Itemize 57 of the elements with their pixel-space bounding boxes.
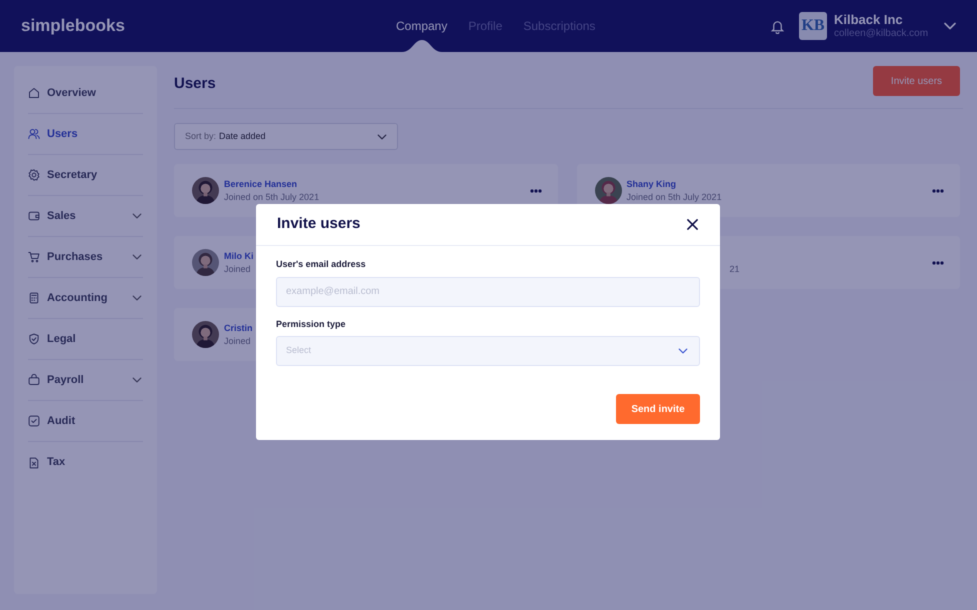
settings-icon [28, 169, 40, 181]
sort-value: Date added [219, 130, 266, 143]
sidebar-item[interactable]: Tax [28, 442, 143, 483]
sidebar-item[interactable]: Payroll [28, 360, 143, 401]
sort-dropdown[interactable]: Sort by: Date added [174, 123, 398, 150]
checkbox-icon [28, 415, 40, 427]
sidebar-item[interactable]: Audit [28, 401, 143, 442]
sidebar-item[interactable]: Accounting [28, 278, 143, 319]
account-menu-chevron-icon [944, 22, 956, 30]
sidebar-item[interactable]: Sales [28, 196, 143, 237]
joined-date: Joined [224, 262, 252, 276]
notification-bell-icon[interactable] [770, 18, 785, 34]
close-icon[interactable] [687, 219, 698, 230]
expand-chevron-icon [132, 254, 142, 260]
page-title: Users [174, 74, 216, 94]
user-name[interactable]: Cristin [224, 322, 253, 334]
users-icon [28, 128, 40, 140]
sort-label: Sort by: [185, 130, 216, 143]
joined-date: Joined on 5th July 2021 [626, 190, 722, 204]
cart-icon [28, 251, 40, 263]
shield-icon [28, 333, 40, 345]
chevron-down-icon [377, 134, 387, 140]
email-input-field[interactable]: example@email.com [276, 276, 700, 306]
document-icon [28, 456, 40, 468]
sidebar-item[interactable]: Overview [28, 73, 143, 114]
more-options-icon[interactable] [932, 188, 944, 192]
calculator-icon [28, 292, 40, 304]
joined-date: Joined on 5th July 2021 [224, 190, 320, 204]
send-invite-button[interactable]: Send invite [616, 394, 700, 424]
wallet-icon [28, 210, 40, 222]
user-name[interactable]: Milo Ki [224, 250, 254, 262]
expand-chevron-icon [132, 377, 142, 383]
chevron-down-icon [678, 348, 688, 354]
nav-tab[interactable]: Company [396, 0, 448, 52]
expand-chevron-icon [132, 213, 142, 219]
sidebar-item[interactable]: Secretary [28, 155, 143, 196]
active-tab-indicator [402, 40, 442, 52]
invite-users-button[interactable]: Invite users [873, 66, 960, 96]
more-options-icon[interactable] [932, 260, 944, 264]
joined-date: Joined [224, 334, 252, 348]
home-icon [28, 87, 40, 99]
joined-date: 21 [730, 263, 740, 276]
user-name[interactable]: Shany King [626, 178, 722, 190]
sidebar-item[interactable]: Legal [28, 319, 143, 360]
company-name: Kilback Inc [834, 12, 904, 28]
sidebar-item[interactable]: Users [28, 114, 143, 155]
field-label: User's email address [276, 258, 367, 271]
bag-icon [28, 374, 40, 386]
expand-chevron-icon [132, 295, 142, 301]
dialog-title: Invite users [277, 214, 360, 234]
account-email: colleen@kilback.com [834, 28, 930, 40]
more-options-icon[interactable] [530, 188, 542, 192]
field-label: Permission type [276, 318, 347, 331]
company-logo: KB [799, 12, 827, 40]
logo: simplebooks [21, 15, 126, 38]
sidebar-item[interactable]: Purchases [28, 237, 143, 278]
user-name[interactable]: Berenice Hansen [224, 178, 320, 190]
